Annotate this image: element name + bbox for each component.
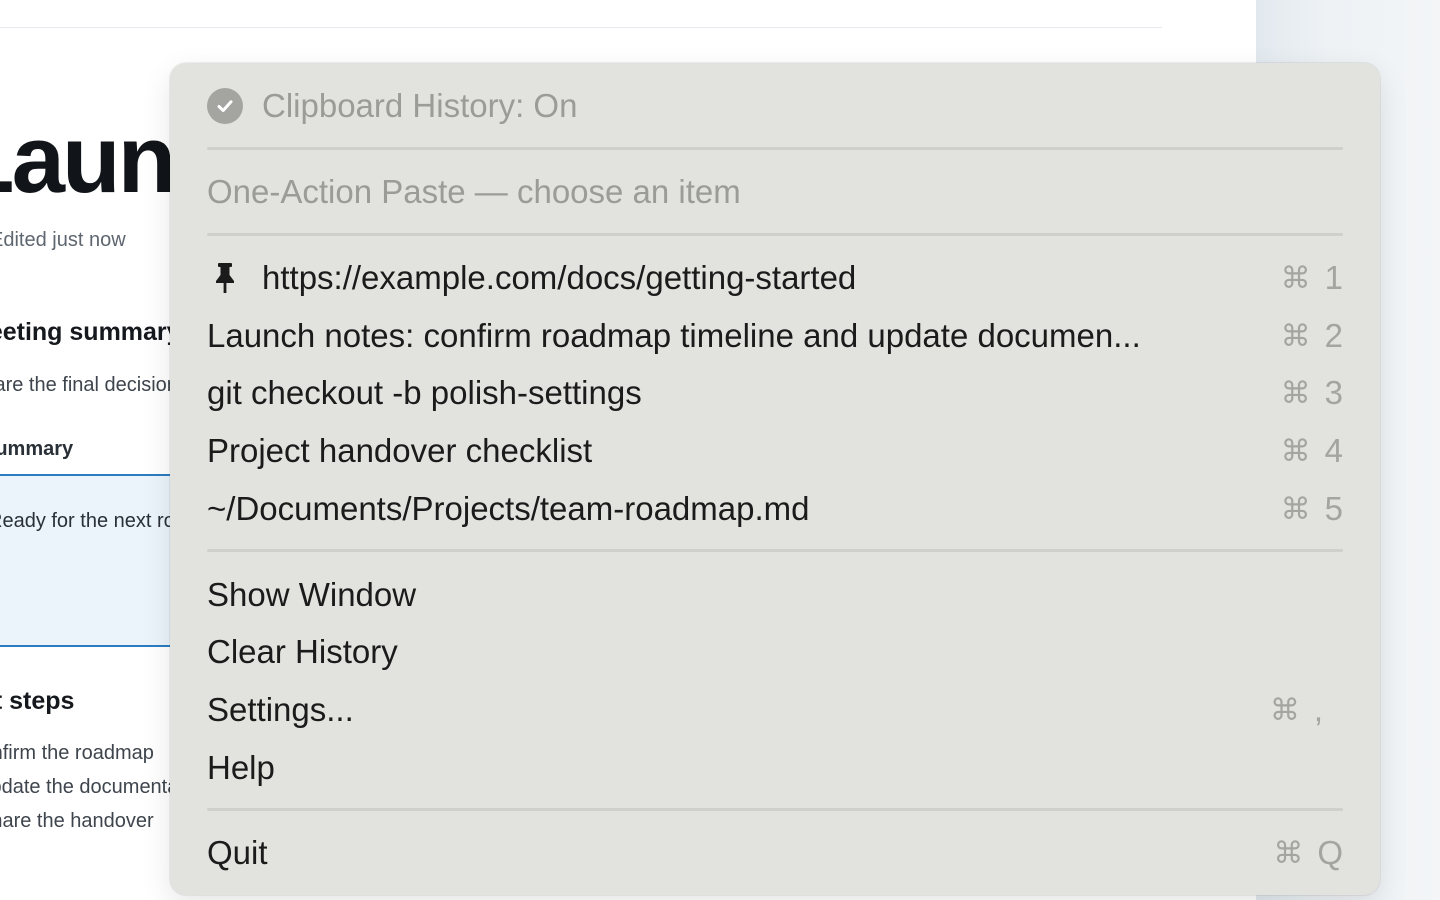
menu-item-label: Clear History — [207, 633, 398, 670]
menu-item-settings[interactable]: Settings... ⌘ , — [207, 682, 1345, 738]
command-key-icon: ⌘ — [1280, 261, 1311, 295]
history-item-label: https://example.com/docs/getting-started — [262, 259, 857, 296]
history-item-label: Project handover checklist — [207, 432, 593, 469]
menu-item-help[interactable]: Help — [207, 740, 1345, 796]
edited-status: Edited just now — [0, 229, 126, 251]
shortcut-key: , — [1313, 691, 1323, 728]
shortcut-key: 5 — [1324, 490, 1343, 527]
menu-item-clear-history[interactable]: Clear History — [207, 624, 1345, 680]
history-item-4[interactable]: Project handover checklist ⌘ 4 — [207, 423, 1345, 479]
keyboard-shortcut: ⌘ 5 — [1281, 490, 1345, 528]
command-key-icon: ⌘ — [1280, 376, 1311, 410]
keyboard-shortcut: ⌘ 4 — [1281, 432, 1345, 470]
check-circle-icon — [207, 88, 243, 124]
history-item-5[interactable]: ~/Documents/Projects/team-roadmap.md ⌘ 5 — [207, 481, 1345, 537]
history-item-1[interactable]: https://example.com/docs/getting-started… — [207, 250, 1345, 306]
keyboard-shortcut: ⌘ , — [1270, 691, 1345, 729]
keyboard-shortcut: ⌘ 1 — [1281, 259, 1345, 297]
summary-label: Summary — [0, 438, 74, 460]
command-key-icon: ⌘ — [1280, 434, 1311, 468]
menu-item-quit[interactable]: Quit ⌘ Q — [207, 825, 1345, 881]
pin-icon — [207, 260, 243, 296]
command-key-icon: ⌘ — [1280, 319, 1311, 353]
section-heading: Meeting summary — [0, 318, 181, 346]
history-item-label: ~/Documents/Projects/team-roadmap.md — [207, 490, 810, 527]
history-item-3[interactable]: git checkout -b polish-settings ⌘ 3 — [207, 365, 1345, 421]
step-item: Share the handover — [0, 810, 154, 832]
divider — [0, 27, 1162, 28]
menu-separator — [207, 549, 1343, 552]
menu-separator — [207, 808, 1343, 811]
menu-separator — [207, 147, 1343, 150]
shortcut-key: 4 — [1324, 432, 1343, 469]
history-item-label: Launch notes: confirm roadmap timeline a… — [207, 317, 1141, 354]
history-item-label: git checkout -b polish-settings — [207, 374, 642, 411]
menu-item-clipboard-status: Clipboard History: On — [207, 78, 1345, 134]
menu-item-label: Show Window — [207, 576, 417, 613]
clipboard-menu: Clipboard History: On One-Action Paste —… — [170, 63, 1380, 895]
menu-item-show-window[interactable]: Show Window — [207, 567, 1345, 623]
menu-item-label: Settings... — [207, 691, 354, 728]
steps-heading: Next steps — [0, 687, 75, 715]
command-key-icon: ⌘ — [1280, 492, 1311, 526]
step-item: Confirm the roadmap — [0, 742, 154, 764]
keyboard-shortcut: ⌘ 3 — [1281, 374, 1345, 412]
menu-item-label: Clipboard History: On — [262, 87, 578, 124]
command-key-icon: ⌘ — [1273, 836, 1304, 870]
menu-section-header: One-Action Paste — choose an item — [207, 164, 1345, 220]
shortcut-key: Q — [1317, 834, 1343, 871]
shortcut-key: 3 — [1324, 374, 1343, 411]
shortcut-key: 2 — [1324, 317, 1343, 354]
shortcut-key: 1 — [1324, 259, 1343, 296]
command-key-icon: ⌘ — [1269, 693, 1300, 727]
menu-item-label: Quit — [207, 834, 268, 871]
menu-separator — [207, 233, 1343, 236]
keyboard-shortcut: ⌘ 2 — [1281, 317, 1345, 355]
keyboard-shortcut: ⌘ Q — [1273, 834, 1345, 872]
history-item-2[interactable]: Launch notes: confirm roadmap timeline a… — [207, 308, 1345, 364]
menu-item-label: Help — [207, 749, 275, 786]
section-text: Share the final decisions — [0, 374, 188, 396]
menu-item-label: One-Action Paste — choose an item — [207, 173, 741, 210]
